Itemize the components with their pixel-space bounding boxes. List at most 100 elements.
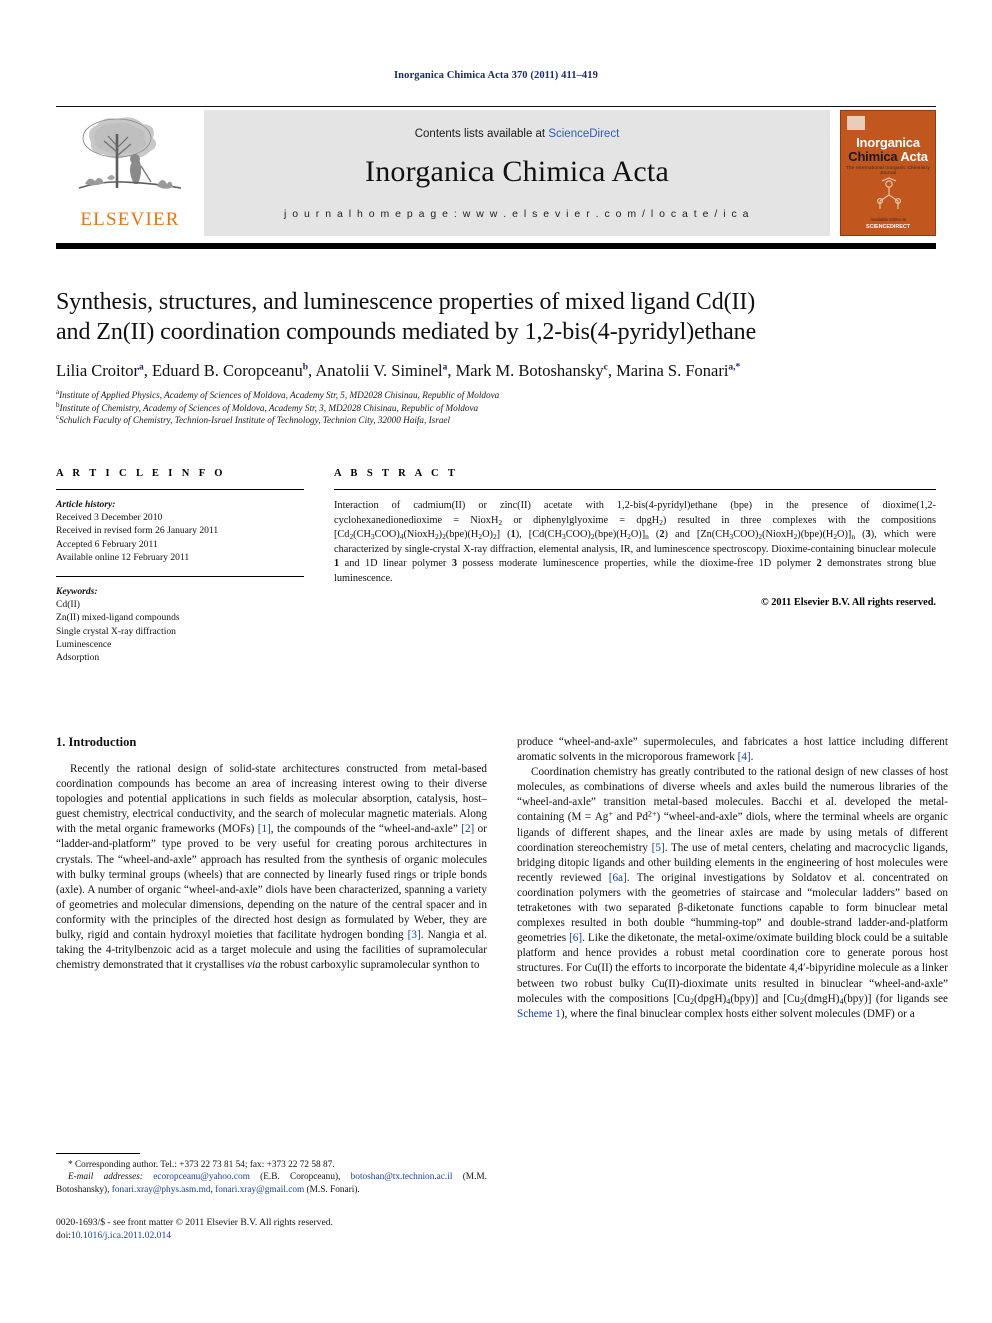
history-item: Accepted 6 February 2011 bbox=[56, 538, 158, 550]
abstract-heading: A B S T R A C T bbox=[334, 468, 459, 479]
author-name: Eduard B. Coropceanu bbox=[151, 361, 303, 380]
email-addresses-label: E-mail addresses: bbox=[68, 1172, 143, 1183]
affiliation-text: Schulich Faculty of Chemistry, Technion-… bbox=[59, 415, 451, 426]
abstract-copyright: © 2011 Elsevier B.V. All rights reserved… bbox=[760, 596, 936, 608]
keywords-group: Keywords: Cd(II) Zn(II) mixed-ligand com… bbox=[56, 585, 304, 664]
citation-link[interactable]: [2] bbox=[461, 823, 474, 835]
issn-copyright-line: 0020-1693/$ - see front matter © 2011 El… bbox=[56, 1217, 333, 1229]
citation-link[interactable]: [4] bbox=[738, 751, 751, 763]
running-head: Inorganica Chimica Acta 370 (2011) 411–4… bbox=[394, 70, 598, 81]
body-column-right: produce “wheel-and-axle” supermolecules,… bbox=[517, 735, 948, 1022]
title-line-1: Synthesis, structures, and luminescence … bbox=[56, 289, 756, 315]
journal-title: Inorganica Chimica Acta bbox=[365, 154, 669, 188]
citation-link[interactable]: [1] bbox=[258, 823, 271, 835]
doi-label: doi: bbox=[56, 1229, 71, 1241]
title-line-2: and Zn(II) coordination compounds mediat… bbox=[56, 319, 757, 345]
email-link[interactable]: fonari.xray@phys.asm.md bbox=[112, 1185, 211, 1195]
author-affil-mark: a,* bbox=[728, 362, 741, 373]
keywords-label: Keywords: bbox=[56, 586, 98, 598]
elsevier-logo[interactable]: ELSEVIER bbox=[56, 110, 204, 236]
sciencedirect-link[interactable]: ScienceDirect bbox=[548, 128, 619, 140]
keyword-item: Cd(II) bbox=[56, 599, 80, 611]
cover-subtitle: The International Inorganic Chemistry Jo… bbox=[846, 165, 930, 175]
email-link[interactable]: botoshan@tx.technion.ac.il bbox=[351, 1172, 453, 1182]
citation-link[interactable]: [6] bbox=[569, 932, 582, 944]
imprint-block: 0020-1693/$ - see front matter © 2011 El… bbox=[56, 1217, 487, 1242]
author-sep: , bbox=[143, 361, 152, 380]
footnote-rule bbox=[56, 1153, 140, 1154]
masthead-top-rule bbox=[56, 106, 936, 107]
email-link[interactable]: ecoropceanu@yahoo.com bbox=[153, 1172, 250, 1182]
article-page: Inorganica Chimica Acta 370 (2011) 411–4… bbox=[0, 0, 992, 1323]
author-list: Lilia Croitora, Eduard B. Coropceanub, A… bbox=[56, 361, 936, 381]
keyword-item: Single crystal X-ray diffraction bbox=[56, 625, 176, 637]
elsevier-tree-icon bbox=[78, 117, 182, 189]
abstract-column: A B S T R A C T Interaction of cadmium(I… bbox=[334, 468, 936, 664]
paragraph: Coordination chemistry has greatly contr… bbox=[517, 766, 948, 1020]
cover-title-acta: Acta bbox=[900, 149, 928, 164]
section-heading-introduction: 1. Introduction bbox=[56, 735, 137, 749]
title-block: Synthesis, structures, and luminescence … bbox=[56, 287, 936, 427]
cover-molecule-icon bbox=[877, 177, 901, 209]
article-history-label: Article history: bbox=[56, 499, 116, 510]
history-item: Available online 12 February 2011 bbox=[56, 551, 190, 563]
keywords-rule bbox=[56, 576, 304, 578]
author[interactable]: Marina S. Fonaria,* bbox=[616, 361, 740, 380]
affiliation: aInstitute of Applied Physics, Academy o… bbox=[56, 388, 936, 402]
keyword-item: Zn(II) mixed-ligand compounds bbox=[56, 612, 180, 624]
doi-line: doi:10.1016/j.ica.2011.02.014 bbox=[56, 1230, 487, 1243]
contents-lists-line: Contents lists available at ScienceDirec… bbox=[415, 128, 620, 140]
author-sep: , bbox=[447, 361, 456, 380]
scheme-link[interactable]: Scheme 1 bbox=[517, 1008, 561, 1020]
author-name: Mark M. Botoshansky bbox=[455, 361, 604, 380]
author[interactable]: Anatolii V. Siminela bbox=[315, 361, 447, 380]
author-sep: , bbox=[607, 361, 617, 380]
article-info-rule bbox=[56, 489, 304, 490]
cover-title-chimica: Chimica bbox=[848, 149, 898, 164]
journal-cover-cell: Inorganica Chimica Acta The Internationa… bbox=[830, 110, 936, 236]
keyword-item: Luminescence bbox=[56, 638, 112, 650]
article-info-heading: A R T I C L E I N F O bbox=[56, 468, 226, 479]
author-name: Marina S. Fonari bbox=[616, 361, 729, 380]
article-info-column: A R T I C L E I N F O Article history: R… bbox=[56, 468, 304, 664]
author[interactable]: Lilia Croitora bbox=[56, 361, 144, 380]
journal-homepage[interactable]: j o u r n a l h o m e p a g e : w w w . … bbox=[284, 208, 750, 220]
journal-banner: Contents lists available at ScienceDirec… bbox=[204, 110, 830, 236]
affiliation-list: aInstitute of Applied Physics, Academy o… bbox=[56, 388, 936, 427]
page-title: Synthesis, structures, and luminescence … bbox=[56, 287, 936, 347]
contents-prefix: Contents lists available at bbox=[414, 127, 549, 140]
affiliation-text: Institute of Chemistry, Academy of Scien… bbox=[59, 402, 479, 413]
corresponding-author-note: * Corresponding author. Tel.: +373 22 73… bbox=[68, 1160, 335, 1170]
body-column-left: 1. Introduction Recently the rational de… bbox=[56, 735, 488, 1241]
history-item: Received 3 December 2010 bbox=[56, 512, 163, 524]
history-item: Received in revised form 26 January 2011 bbox=[56, 525, 219, 537]
email-link[interactable]: fonari.xray@gmail.com bbox=[215, 1185, 304, 1195]
doi-link[interactable]: 10.1016/j.ica.2011.02.014 bbox=[71, 1230, 171, 1241]
journal-cover-thumbnail[interactable]: Inorganica Chimica Acta The Internationa… bbox=[840, 110, 936, 236]
affiliation: cSchulich Faculty of Chemistry, Technion… bbox=[56, 414, 936, 427]
abstract-body: Interaction of cadmium(II) or zinc(II) a… bbox=[334, 500, 937, 584]
affiliation-text: Institute of Applied Physics, Academy of… bbox=[59, 390, 500, 400]
cover-sciencedirect-label: SCIENCEDIRECT bbox=[865, 224, 911, 230]
footnote-block: * Corresponding author. Tel.: +373 22 73… bbox=[56, 1153, 487, 1242]
email-addresses-note: E-mail addresses: ecoropceanu@yahoo.com … bbox=[56, 1172, 487, 1195]
info-abstract-section: A R T I C L E I N F O Article history: R… bbox=[56, 468, 936, 664]
paragraph: produce “wheel-and-axle” supermolecules,… bbox=[517, 736, 948, 764]
citation-link[interactable]: [5] bbox=[652, 842, 665, 854]
abstract-rule bbox=[334, 489, 936, 490]
article-history-group: Article history: Received 3 December 201… bbox=[56, 498, 304, 564]
citation-link[interactable]: [3] bbox=[408, 929, 421, 941]
cover-footer-text: Available online at bbox=[870, 217, 906, 222]
author-name: Anatolii V. Siminel bbox=[315, 361, 443, 380]
body-columns: 1. Introduction Recently the rational de… bbox=[56, 735, 948, 1241]
author[interactable]: Eduard B. Coropceanub bbox=[152, 361, 308, 380]
masthead-bottom-rule bbox=[56, 243, 936, 249]
author[interactable]: Mark M. Botoshanskyc bbox=[456, 361, 608, 380]
author-name: Lilia Croitor bbox=[56, 361, 139, 380]
elsevier-wordmark: ELSEVIER bbox=[80, 209, 180, 230]
citation-link[interactable]: [6a] bbox=[609, 872, 627, 884]
affiliation: bInstitute of Chemistry, Academy of Scie… bbox=[56, 401, 936, 415]
keyword-item: Adsorption bbox=[56, 652, 100, 664]
paragraph: Recently the rational design of solid-st… bbox=[56, 763, 488, 972]
journal-masthead: ELSEVIER Contents lists available at Sci… bbox=[56, 110, 936, 236]
